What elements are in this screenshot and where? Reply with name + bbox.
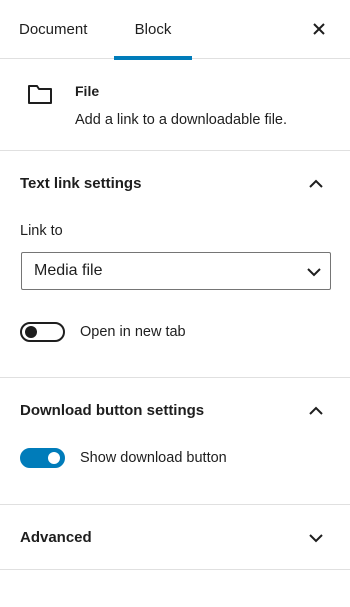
block-card: File Add a link to a downloadable file. (0, 59, 350, 151)
toggle-knob (25, 326, 37, 338)
panel-title: Download button settings (20, 402, 205, 419)
tab-block[interactable]: Block (114, 0, 192, 60)
link-to-label: Link to (20, 223, 63, 239)
chevron-up-icon (309, 406, 323, 415)
tab-block-label: Block (134, 21, 172, 38)
close-icon (313, 23, 325, 35)
open-in-new-tab-toggle[interactable] (20, 322, 65, 342)
panel-title: Advanced (20, 529, 92, 546)
chevron-up-icon (309, 179, 323, 188)
open-in-new-tab-label: Open in new tab (80, 324, 186, 340)
tab-document[interactable]: Document (19, 0, 87, 59)
block-description: Add a link to a downloadable file. (75, 112, 288, 128)
show-download-button-label: Show download button (80, 450, 227, 466)
chevron-down-icon (307, 268, 321, 277)
link-to-value: Media file (34, 262, 103, 279)
panel-title: Text link settings (20, 175, 142, 192)
text-link-settings-panel: Text link settings Link to Media file Op… (0, 151, 350, 378)
link-to-select[interactable]: Media file (21, 252, 331, 290)
close-button[interactable] (308, 18, 330, 40)
chevron-down-icon (309, 534, 323, 543)
download-button-settings-panel: Download button settings Show download b… (0, 378, 350, 505)
block-title: File (75, 83, 100, 99)
text-link-settings-toggle[interactable]: Text link settings (0, 151, 350, 216)
sidebar-tabs: Document Block (0, 0, 350, 60)
advanced-panel: Advanced (0, 505, 350, 570)
folder-icon (28, 85, 52, 104)
advanced-toggle[interactable]: Advanced (0, 505, 350, 570)
download-button-settings-toggle[interactable]: Download button settings (0, 378, 350, 443)
toggle-knob (48, 452, 60, 464)
show-download-button-toggle[interactable] (20, 448, 65, 468)
